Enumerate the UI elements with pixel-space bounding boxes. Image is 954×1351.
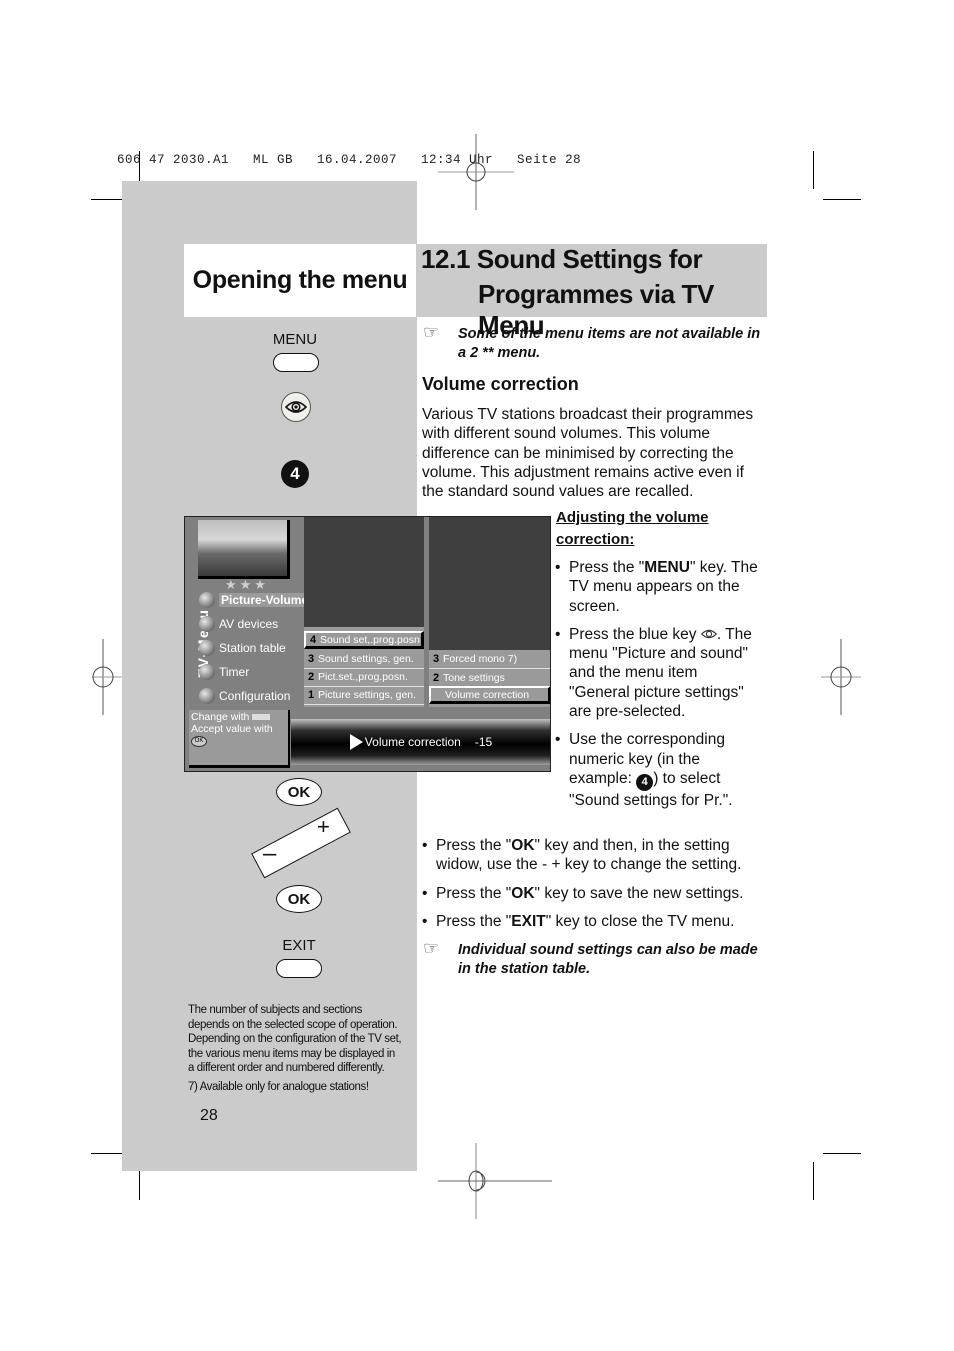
step-item: Press the blue key . The menu "Picture a… xyxy=(555,625,760,721)
numeric-key-4-icon: 4 xyxy=(636,774,654,792)
registration-mark-icon xyxy=(438,1143,514,1219)
menu-key xyxy=(273,353,319,372)
blue-key xyxy=(281,392,311,422)
menu-key-label: MENU xyxy=(272,331,318,348)
adjust-heading: Adjusting the volume correction: xyxy=(556,509,709,548)
ball-icon xyxy=(199,640,215,656)
chapter-title-line1: 12.1 Sound Settings for xyxy=(421,244,703,274)
plus-sign: + xyxy=(317,814,330,839)
crop-mark xyxy=(813,1162,814,1200)
registration-mark-icon xyxy=(821,639,861,715)
ok-key-save: OK xyxy=(276,885,322,913)
submenu-item[interactable]: 4 Sound set,.prog.posn xyxy=(304,631,424,649)
footnote-7: 7) Available only for analogue stations! xyxy=(188,1081,369,1093)
note-top: ☞ Some of the menu items are not availab… xyxy=(423,322,763,363)
intro-paragraph: Various TV stations broadcast their prog… xyxy=(422,406,754,501)
value-readout: -15 xyxy=(474,735,493,749)
ok-icon: OK xyxy=(191,735,207,747)
ball-icon xyxy=(199,616,215,632)
eye-icon xyxy=(700,629,717,639)
ball-icon xyxy=(199,688,215,704)
value-label: Volume correction xyxy=(364,735,461,749)
crop-mark xyxy=(823,199,861,200)
menu-item-av-devices[interactable]: AV devices xyxy=(199,614,278,634)
eye-icon xyxy=(285,401,307,413)
crop-mark xyxy=(823,1153,861,1154)
value-bar: Volume correction -15 xyxy=(291,719,550,765)
menu-item-timer[interactable]: Timer xyxy=(199,662,249,682)
tv-menu-screenshot: ★★★ TV-Menu Picture-Volume AV devices St… xyxy=(184,516,551,772)
minus-sign: – xyxy=(263,840,277,867)
steps-full-list: Press the "OK" key and then, in the sett… xyxy=(422,836,767,931)
footnote-general: The number of subjects and sections depe… xyxy=(188,1004,402,1075)
ok-key: OK xyxy=(276,778,322,806)
menu-item-station-table[interactable]: Station table xyxy=(199,638,286,658)
numeric-key-4: 4 xyxy=(281,460,309,488)
menu-item-picture-volume[interactable]: Picture-Volume xyxy=(199,590,311,610)
submenu-list: 4 Sound set,.prog.posn 3 Sound settings, g… xyxy=(304,627,424,707)
step-item: Press the "MENU" key. The TV menu appear… xyxy=(555,558,760,616)
ball-icon xyxy=(199,592,215,608)
exit-key xyxy=(276,959,322,978)
step-item: Use the corresponding numeric key (in th… xyxy=(555,730,760,810)
subsubmenu-panel xyxy=(429,517,550,650)
registration-mark-icon xyxy=(438,134,514,210)
preview-image xyxy=(198,520,290,579)
page-number: 28 xyxy=(200,1107,218,1124)
hint-box: Change with Accept value withOK xyxy=(189,710,290,768)
step-item: Press the "EXIT" key to close the TV men… xyxy=(422,912,767,932)
submenu-item[interactable]: 2 Pict.set.,prog.posn. xyxy=(304,668,424,687)
note-top-text: Some of the menu items are not available… xyxy=(458,326,761,361)
step-item: Press the "OK" key and then, in the sett… xyxy=(422,836,767,875)
exit-key-label: EXIT xyxy=(282,937,316,954)
menu-item-configuration[interactable]: Configuration xyxy=(199,686,290,706)
steps-side-list: Press the "MENU" key. The TV menu appear… xyxy=(555,558,760,810)
pointing-hand-icon: ☞ xyxy=(423,322,440,342)
subsubmenu-item[interactable]: 3 Forced mono 7) xyxy=(429,650,550,669)
subsubmenu-item-selected[interactable]: 1 Volume correction xyxy=(429,686,550,704)
play-arrow-icon xyxy=(349,734,363,750)
note-bottom-text: Individual sound settings can also be ma… xyxy=(458,942,758,977)
step-item: Press the "OK" key to save the new setti… xyxy=(422,884,767,904)
section-heading: Volume correction xyxy=(422,374,579,394)
ball-icon xyxy=(199,664,215,680)
pointing-hand-icon: ☞ xyxy=(423,938,440,958)
chapter-title: 12.1 Sound Settings for Programmes via T… xyxy=(416,244,767,340)
crop-mark xyxy=(813,151,814,189)
submenu-panel xyxy=(304,517,424,627)
left-title: Opening the menu xyxy=(184,244,416,317)
submenu-item[interactable]: 3 Sound settings, gen. xyxy=(304,650,424,669)
subsubmenu-list: 3 Forced mono 7) 2 Tone settings 1 Volume c… xyxy=(429,650,550,707)
note-bottom: ☞ Individual sound settings can also be … xyxy=(423,938,763,979)
minus-plus-icon xyxy=(252,714,271,721)
submenu-item[interactable]: 1 Picture settings, gen. xyxy=(304,686,424,705)
